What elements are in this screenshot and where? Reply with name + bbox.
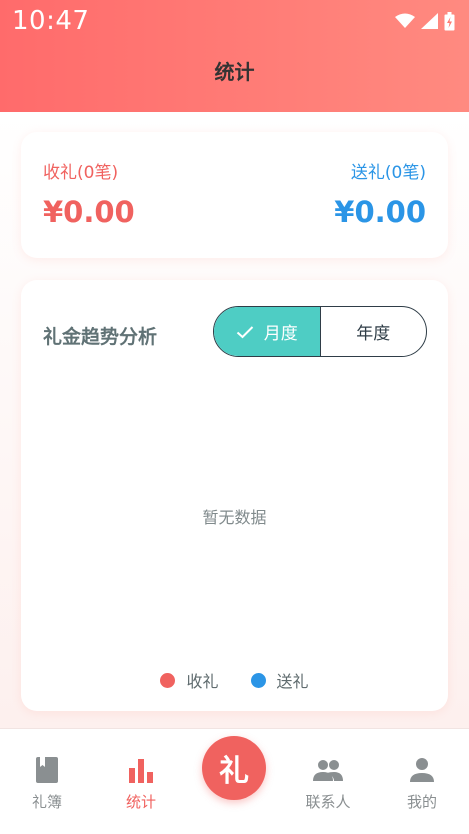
- toggle-yearly[interactable]: 年度: [321, 307, 427, 356]
- toggle-monthly[interactable]: 月度: [214, 307, 321, 356]
- tab-gift-book-label: 礼簿: [31, 793, 62, 811]
- tab-contacts[interactable]: 联系人: [281, 755, 375, 812]
- legend-label-received: 收礼: [186, 672, 219, 691]
- legend-dot-sent: [250, 672, 266, 688]
- sent-amount: ¥0.00: [334, 195, 426, 229]
- status-time: 10:47: [12, 6, 90, 36]
- trend-title: 礼金趋势分析: [43, 326, 158, 348]
- tab-statistics[interactable]: 统计: [94, 755, 188, 812]
- book-icon: [36, 757, 58, 783]
- wifi-icon: [395, 13, 415, 28]
- add-gift-button[interactable]: 礼: [202, 736, 266, 800]
- received-amount: ¥0.00: [43, 195, 135, 229]
- check-icon: [236, 325, 253, 338]
- trend-card: 礼金趋势分析 月度 年度 暂无数据 收礼 送礼: [21, 280, 448, 711]
- bar-chart-icon: [129, 759, 153, 783]
- legend-item-received: 收礼: [160, 668, 219, 692]
- chart-legend: 收礼 送礼: [21, 668, 448, 692]
- page-title: 统计: [214, 60, 255, 84]
- sent-summary: 送礼(0笔) ¥0.00: [334, 158, 426, 229]
- signal-icon: [421, 13, 438, 29]
- status-icons: [395, 11, 455, 31]
- sent-label: 送礼(0笔): [350, 163, 426, 183]
- tab-mine-label: 我的: [406, 793, 437, 811]
- legend-label-sent: 送礼: [276, 672, 309, 691]
- person-icon: [410, 758, 434, 782]
- toggle-monthly-label: 月度: [263, 324, 298, 344]
- summary-card: 收礼(0笔) ¥0.00 送礼(0笔) ¥0.00: [21, 132, 448, 258]
- empty-state: 暂无数据: [202, 508, 267, 527]
- contacts-icon: [313, 760, 343, 781]
- tab-contacts-label: 联系人: [305, 793, 351, 811]
- header: 10:47 统计: [0, 0, 469, 112]
- toggle-yearly-label: 年度: [356, 324, 391, 344]
- legend-dot-received: [160, 672, 176, 688]
- tab-statistics-label: 统计: [125, 793, 156, 811]
- battery-icon: [444, 11, 455, 30]
- status-bar: 10:47: [0, 0, 469, 42]
- legend-item-sent: 送礼: [250, 668, 309, 692]
- received-summary: 收礼(0笔) ¥0.00: [43, 158, 135, 229]
- received-label: 收礼(0笔): [43, 163, 119, 183]
- period-toggle: 月度 年度: [213, 306, 427, 357]
- tab-mine[interactable]: 我的: [375, 755, 469, 812]
- tab-gift-book[interactable]: 礼簿: [0, 755, 94, 812]
